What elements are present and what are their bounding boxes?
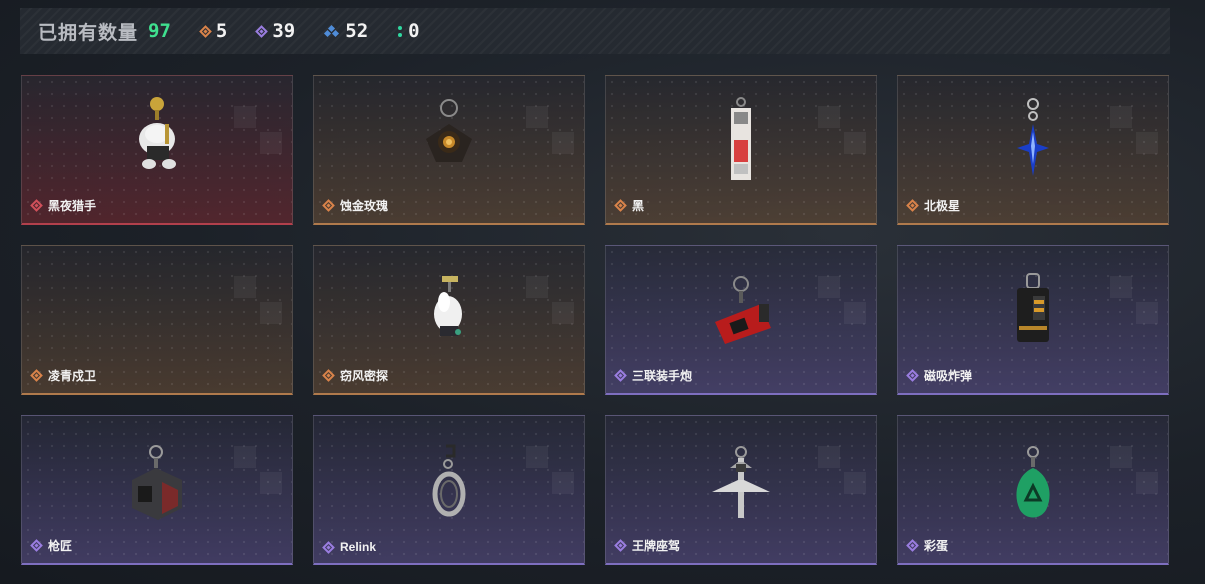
relink-ring-icon — [314, 434, 584, 544]
card-icon — [606, 94, 876, 204]
stat-orange-value: 5 — [215, 20, 228, 42]
bomb-icon — [898, 264, 1168, 374]
purple-diamond-icon — [614, 539, 627, 552]
green-egg-icon — [898, 434, 1168, 544]
charm-name: 北极星 — [924, 199, 961, 213]
purple-diamond-icon — [30, 539, 43, 552]
gunsmith-box-icon — [22, 434, 292, 544]
stat-blue-value: 52 — [345, 20, 369, 42]
stat-green-value: 0 — [408, 20, 420, 42]
charm-name: 枪匠 — [48, 539, 73, 553]
purple-diamond-icon — [906, 539, 919, 552]
owned-count-total: 97 — [148, 20, 171, 42]
charm-card[interactable]: 蚀金玫瑰 — [313, 75, 585, 225]
cat-figure-icon — [22, 94, 292, 204]
charm-card[interactable]: 王牌座驾 — [605, 415, 877, 565]
owned-count-title: 已拥有数量 — [38, 22, 139, 44]
jet-icon — [606, 434, 876, 544]
stat-green: 0 — [398, 20, 420, 42]
star-icon — [898, 94, 1168, 204]
charm-name: 窃风密探 — [340, 369, 389, 383]
charm-name: 磁吸炸弹 — [924, 369, 973, 383]
charm-card[interactable]: 黑夜猎手 — [21, 75, 293, 225]
charm-name: Relink — [340, 540, 377, 554]
charm-name: 彩蛋 — [924, 539, 949, 553]
stat-orange: 5 — [199, 20, 228, 42]
charm-card[interactable]: 枪匠 — [21, 415, 293, 565]
rose-icon — [314, 94, 584, 204]
charm-card[interactable]: 窃风密探 — [313, 245, 585, 395]
purple-diamond-icon — [614, 369, 627, 382]
blue-triangle-icon — [324, 24, 340, 38]
charm-card[interactable]: 彩蛋 — [897, 415, 1169, 565]
stat-purple: 39 — [255, 20, 296, 42]
purple-diamond-icon — [322, 540, 335, 554]
orange-diamond-icon — [30, 369, 43, 382]
charm-card[interactable]: 凌青戍卫 — [21, 245, 293, 395]
charm-card[interactable]: 黑 — [605, 75, 877, 225]
green-dots-icon — [398, 25, 403, 37]
purple-diamond-icon — [255, 24, 269, 38]
charm-card[interactable]: Relink — [313, 415, 585, 565]
orange-diamond-icon — [906, 199, 919, 212]
charm-card[interactable]: 三联装手炮 — [605, 245, 877, 395]
charm-name: 凌青戍卫 — [48, 369, 97, 383]
ownership-stat-bar: 已拥有数量 97 5 39 52 0 — [20, 8, 1170, 54]
purple-diamond-icon — [906, 369, 919, 382]
hooded-figure-icon — [314, 264, 584, 374]
charm-name: 黑夜猎手 — [48, 199, 97, 213]
charm-card[interactable]: 磁吸炸弹 — [897, 245, 1169, 395]
red-diamond-icon — [30, 199, 43, 212]
orange-diamond-icon — [614, 199, 627, 212]
cannon-icon — [606, 264, 876, 374]
charm-name: 蚀金玫瑰 — [340, 199, 389, 213]
orange-diamond-icon — [199, 24, 212, 38]
stat-blue: 52 — [324, 20, 369, 42]
charm-name: 王牌座驾 — [632, 539, 681, 553]
charm-name: 三联装手炮 — [632, 369, 693, 383]
charm-name: 黑 — [632, 199, 645, 213]
orange-diamond-icon — [322, 199, 335, 212]
stat-purple-value: 39 — [272, 20, 296, 42]
orange-diamond-icon — [322, 369, 335, 382]
charm-card[interactable]: 北极星 — [897, 75, 1169, 225]
